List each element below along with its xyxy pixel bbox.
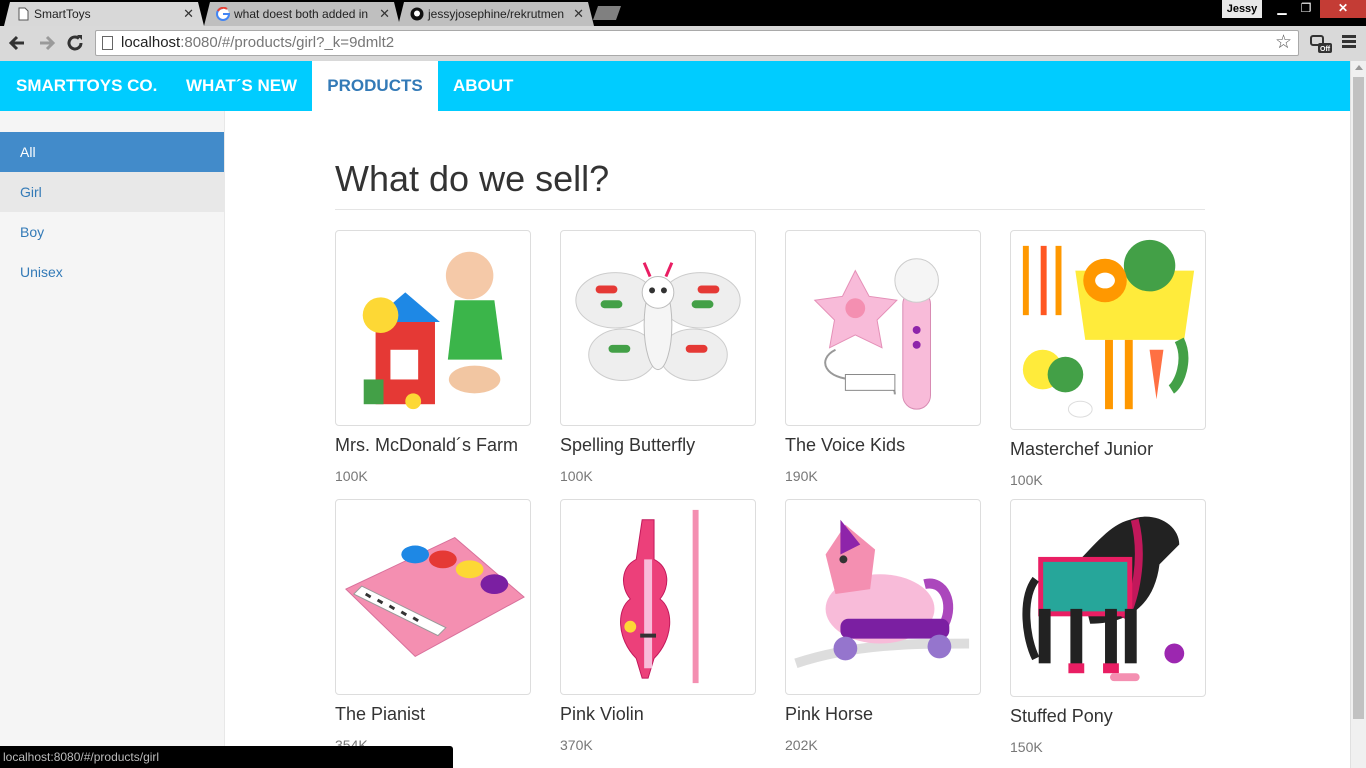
page-icon <box>102 36 113 50</box>
browser-tab-smarttoys[interactable]: SmartToys ✕ <box>4 2 204 26</box>
divider <box>335 209 1205 210</box>
product-card[interactable]: Pink Horse 202K <box>785 499 981 753</box>
product-price: 370K <box>560 737 593 753</box>
window-close-icon[interactable]: ✕ <box>1320 0 1366 18</box>
sidebar-item-girl[interactable]: Girl <box>0 172 224 212</box>
product-image-stuffed-pony[interactable] <box>1010 499 1206 697</box>
sidebar-item-all[interactable]: All <box>0 132 224 172</box>
browser-tabstrip: SmartToys ✕ what doest both added in ✕ j… <box>0 0 1366 26</box>
product-image-butterfly[interactable] <box>560 230 756 426</box>
product-card[interactable]: Spelling Butterfly 100K <box>560 230 756 484</box>
back-arrow-icon[interactable] <box>6 32 28 54</box>
product-price: 150K <box>1010 739 1043 755</box>
product-image-masterchef[interactable] <box>1010 230 1206 430</box>
forward-arrow-icon[interactable] <box>36 32 58 54</box>
product-image-pink-horse[interactable] <box>785 499 981 695</box>
product-card[interactable]: Pink Violin 370K <box>560 499 756 753</box>
sidebar-item-boy[interactable]: Boy <box>0 212 224 252</box>
browser-tab-google[interactable]: what doest both added in ✕ <box>204 2 400 26</box>
product-name[interactable]: Pink Violin <box>560 704 756 725</box>
tab-title: jessyjosephine/rekrutmen <box>428 7 565 21</box>
url-host: localhost <box>121 34 181 51</box>
extension-off-icon[interactable]: Off <box>1310 34 1332 54</box>
product-card[interactable]: Mrs. McDonald´s Farm 100K <box>335 230 531 484</box>
github-icon <box>410 7 424 21</box>
page-icon <box>16 7 30 21</box>
site-navbar: SMARTTOYS CO. WHAT´S NEW PRODUCTS ABOUT <box>0 61 1350 111</box>
url-text: localhost:8080/#/products/girl?_k=9dmlt2 <box>121 31 394 55</box>
close-icon[interactable]: ✕ <box>573 6 584 22</box>
product-card[interactable]: The Pianist 354K <box>335 499 531 753</box>
svg-text:Off: Off <box>1320 46 1331 53</box>
status-bar-url: localhost:8080/#/products/girl <box>0 746 453 768</box>
tab-title: what doest both added in <box>234 7 369 21</box>
nav-about[interactable]: ABOUT <box>453 61 513 111</box>
nav-whats-new[interactable]: WHAT´S NEW <box>186 61 297 111</box>
product-name[interactable]: Stuffed Pony <box>1010 706 1206 727</box>
product-name[interactable]: Mrs. McDonald´s Farm <box>335 435 531 456</box>
scroll-thumb[interactable] <box>1353 77 1364 719</box>
product-image-pianist[interactable] <box>335 499 531 695</box>
product-price: 190K <box>785 468 818 484</box>
reload-icon[interactable] <box>64 32 86 54</box>
product-price: 100K <box>560 468 593 484</box>
new-tab-button[interactable] <box>593 6 623 20</box>
product-name[interactable]: Masterchef Junior <box>1010 439 1206 460</box>
address-bar[interactable]: localhost:8080/#/products/girl?_k=9dmlt2… <box>95 30 1299 56</box>
sidebar-item-unisex[interactable]: Unisex <box>0 252 224 292</box>
google-icon <box>216 7 230 21</box>
menu-icon[interactable] <box>1342 35 1356 49</box>
product-name[interactable]: Pink Horse <box>785 704 981 725</box>
product-name[interactable]: The Pianist <box>335 704 531 725</box>
browser-toolbar: localhost:8080/#/products/girl?_k=9dmlt2… <box>0 26 1366 61</box>
product-card[interactable]: Masterchef Junior 100K <box>1010 230 1206 488</box>
product-card[interactable]: The Voice Kids 190K <box>785 230 981 484</box>
product-image-violin[interactable] <box>560 499 756 695</box>
close-icon[interactable]: ✕ <box>379 6 390 22</box>
product-name[interactable]: Spelling Butterfly <box>560 435 756 456</box>
browser-tab-github[interactable]: jessyjosephine/rekrutmen ✕ <box>398 2 594 26</box>
product-name[interactable]: The Voice Kids <box>785 435 981 456</box>
product-image-voice-kids[interactable] <box>785 230 981 426</box>
product-card[interactable]: Stuffed Pony 150K <box>1010 499 1206 755</box>
close-icon[interactable]: ✕ <box>183 6 194 22</box>
nav-products[interactable]: PRODUCTS <box>312 61 438 111</box>
brand-link[interactable]: SMARTTOYS CO. <box>16 61 157 111</box>
product-image-farm[interactable] <box>335 230 531 426</box>
product-price: 100K <box>335 468 368 484</box>
url-path: :8080/#/products/girl?_k=9dmlt2 <box>180 34 395 51</box>
page-title: What do we sell? <box>335 158 610 199</box>
product-price: 202K <box>785 737 818 753</box>
restore-icon[interactable]: ❐ <box>1294 0 1318 18</box>
tab-title: SmartToys <box>34 7 91 21</box>
page-scrollbar[interactable] <box>1350 61 1366 768</box>
minimize-icon[interactable]: ▁ <box>1270 0 1294 18</box>
category-sidebar: All Girl Boy Unisex <box>0 111 225 768</box>
profile-button[interactable]: Jessy <box>1222 0 1262 18</box>
product-price: 100K <box>1010 472 1043 488</box>
bookmark-star-icon[interactable]: ☆ <box>1275 31 1292 55</box>
scroll-up-icon[interactable] <box>1355 65 1363 70</box>
